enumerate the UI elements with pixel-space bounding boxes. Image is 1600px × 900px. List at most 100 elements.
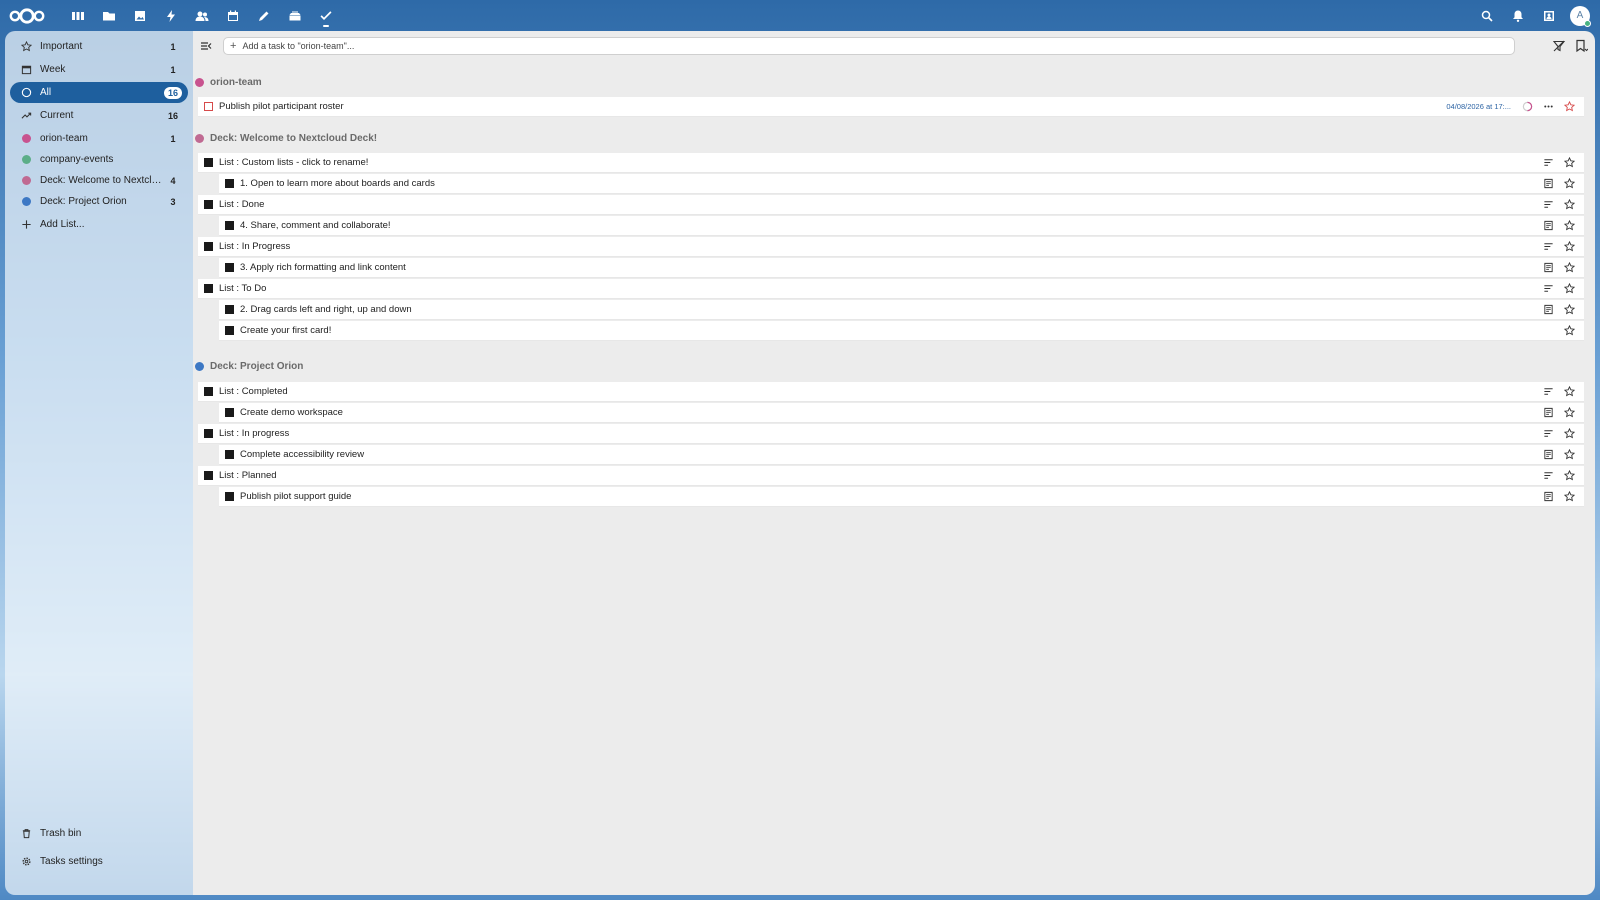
star-icon[interactable]: [1559, 407, 1580, 418]
progress-icon: [1517, 101, 1538, 112]
avatar[interactable]: A: [1570, 5, 1591, 27]
task-checkbox[interactable]: [204, 429, 213, 438]
gear-icon: [20, 856, 32, 868]
task-row[interactable]: 4. Share, comment and collaborate!: [219, 216, 1584, 236]
task-row[interactable]: List : Completed: [198, 382, 1584, 402]
sort-lines-icon: [1538, 283, 1559, 294]
dashboard-icon[interactable]: [62, 0, 93, 31]
task-checkbox[interactable]: [225, 263, 234, 272]
task-checkbox[interactable]: [225, 305, 234, 314]
note-icon: [1538, 178, 1559, 189]
task-checkbox[interactable]: [225, 492, 234, 501]
task-row[interactable]: 3. Apply rich formatting and link conten…: [219, 258, 1584, 278]
tasks-icon[interactable]: [310, 0, 341, 31]
star-icon[interactable]: [1559, 428, 1580, 439]
filter-icon[interactable]: [1552, 39, 1566, 53]
task-checkbox[interactable]: [225, 221, 234, 230]
task-checkbox[interactable]: [204, 242, 213, 251]
notes-icon[interactable]: [248, 0, 279, 31]
calendar-icon[interactable]: [217, 0, 248, 31]
task-row[interactable]: 2. Drag cards left and right, up and dow…: [219, 300, 1584, 320]
sort-bookmark-icon[interactable]: [1574, 39, 1589, 53]
deck-icon[interactable]: [279, 0, 310, 31]
star-icon[interactable]: [1559, 304, 1580, 315]
main-content: + Add a task to "orion-team"... orion-te…: [193, 31, 1595, 895]
task-checkbox[interactable]: [225, 179, 234, 188]
star-icon[interactable]: [1559, 241, 1580, 252]
task-checkbox[interactable]: [204, 387, 213, 396]
task-row[interactable]: List : In progress: [198, 424, 1584, 444]
files-icon[interactable]: [93, 0, 124, 31]
toggle-navigation-icon[interactable]: [199, 39, 213, 53]
task-row[interactable]: Create your first card!: [219, 321, 1584, 341]
star-icon[interactable]: [1559, 178, 1580, 189]
star-icon[interactable]: [1559, 220, 1580, 231]
add-task-input[interactable]: + Add a task to "orion-team"...: [223, 37, 1515, 55]
contacts-menu-icon[interactable]: [1533, 0, 1564, 31]
star-icon[interactable]: [1559, 449, 1580, 460]
star-icon[interactable]: [1559, 491, 1580, 502]
task-checkbox[interactable]: [204, 158, 213, 167]
task-checkbox[interactable]: [204, 200, 213, 209]
task-checkbox[interactable]: [225, 408, 234, 417]
sidebar-item-deck-project-orion[interactable]: Deck: Project Orion 3: [10, 191, 188, 212]
star-icon[interactable]: [1559, 325, 1580, 336]
photos-icon[interactable]: [124, 0, 155, 31]
task-title: List : Done: [219, 199, 265, 210]
task-row[interactable]: Create demo workspace: [219, 403, 1584, 423]
task-checkbox[interactable]: [225, 326, 234, 335]
star-icon[interactable]: [1559, 101, 1580, 112]
sidebar-item-orion-team[interactable]: orion-team 1: [10, 128, 188, 149]
task-row[interactable]: Publish pilot support guide: [219, 487, 1584, 507]
calendar-icon: [20, 64, 32, 76]
task-row[interactable]: Publish pilot participant roster 04/08/2…: [198, 97, 1584, 117]
sidebar-item-important[interactable]: Important 1: [10, 36, 188, 57]
task-row[interactable]: List : Custom lists - click to rename!: [198, 153, 1584, 173]
sidebar-item-label: orion-team: [40, 133, 88, 144]
task-title: List : In Progress: [219, 241, 291, 252]
star-icon[interactable]: [1559, 283, 1580, 294]
section-title-text: orion-team: [210, 76, 262, 88]
task-row[interactable]: List : Done: [198, 195, 1584, 215]
task-row[interactable]: Complete accessibility review: [219, 445, 1584, 465]
task-checkbox[interactable]: [204, 284, 213, 293]
task-due-date: 04/08/2026 at 17:...: [1446, 102, 1511, 111]
contacts-icon[interactable]: [186, 0, 217, 31]
note-icon: [1538, 304, 1559, 315]
task-row[interactable]: 1. Open to learn more about boards and c…: [219, 174, 1584, 194]
star-icon[interactable]: [1559, 470, 1580, 481]
star-icon[interactable]: [1559, 199, 1580, 210]
task-title: 2. Drag cards left and right, up and dow…: [240, 304, 412, 315]
trash-bin-button[interactable]: Trash bin: [10, 823, 188, 844]
nextcloud-logo[interactable]: [8, 6, 48, 26]
sidebar-item-current[interactable]: Current 16: [10, 105, 188, 126]
sidebar-item-company-events[interactable]: company-events: [10, 149, 188, 170]
task-row[interactable]: List : Planned: [198, 466, 1584, 486]
search-icon[interactable]: [1471, 0, 1502, 31]
activity-icon[interactable]: [155, 0, 186, 31]
note-icon: [1538, 262, 1559, 273]
star-icon[interactable]: [1559, 386, 1580, 397]
sidebar-item-label: Important: [40, 41, 83, 52]
count-badge: 16: [164, 86, 182, 99]
count-badge: 1: [170, 41, 176, 52]
note-icon: [1538, 220, 1559, 231]
task-checkbox[interactable]: [225, 450, 234, 459]
tasks-settings-button[interactable]: Tasks settings: [10, 851, 188, 872]
count-badge: 1: [170, 64, 176, 75]
notifications-icon[interactable]: [1502, 0, 1533, 31]
sidebar-item-all[interactable]: All 16: [10, 82, 188, 103]
sort-lines-icon: [1538, 199, 1559, 210]
star-icon[interactable]: [1559, 157, 1580, 168]
task-row[interactable]: List : To Do: [198, 279, 1584, 299]
more-actions-icon[interactable]: [1538, 101, 1559, 112]
task-checkbox[interactable]: [204, 102, 213, 111]
task-row[interactable]: List : In Progress: [198, 237, 1584, 257]
add-list-button[interactable]: Add List...: [10, 214, 188, 235]
sidebar-item-deck-welcome[interactable]: Deck: Welcome to Nextclou... 4: [10, 170, 188, 191]
task-checkbox[interactable]: [204, 471, 213, 480]
circle-icon: [20, 87, 32, 99]
star-icon[interactable]: [1559, 262, 1580, 273]
sort-lines-icon: [1538, 386, 1559, 397]
sidebar-item-week[interactable]: Week 1: [10, 59, 188, 80]
